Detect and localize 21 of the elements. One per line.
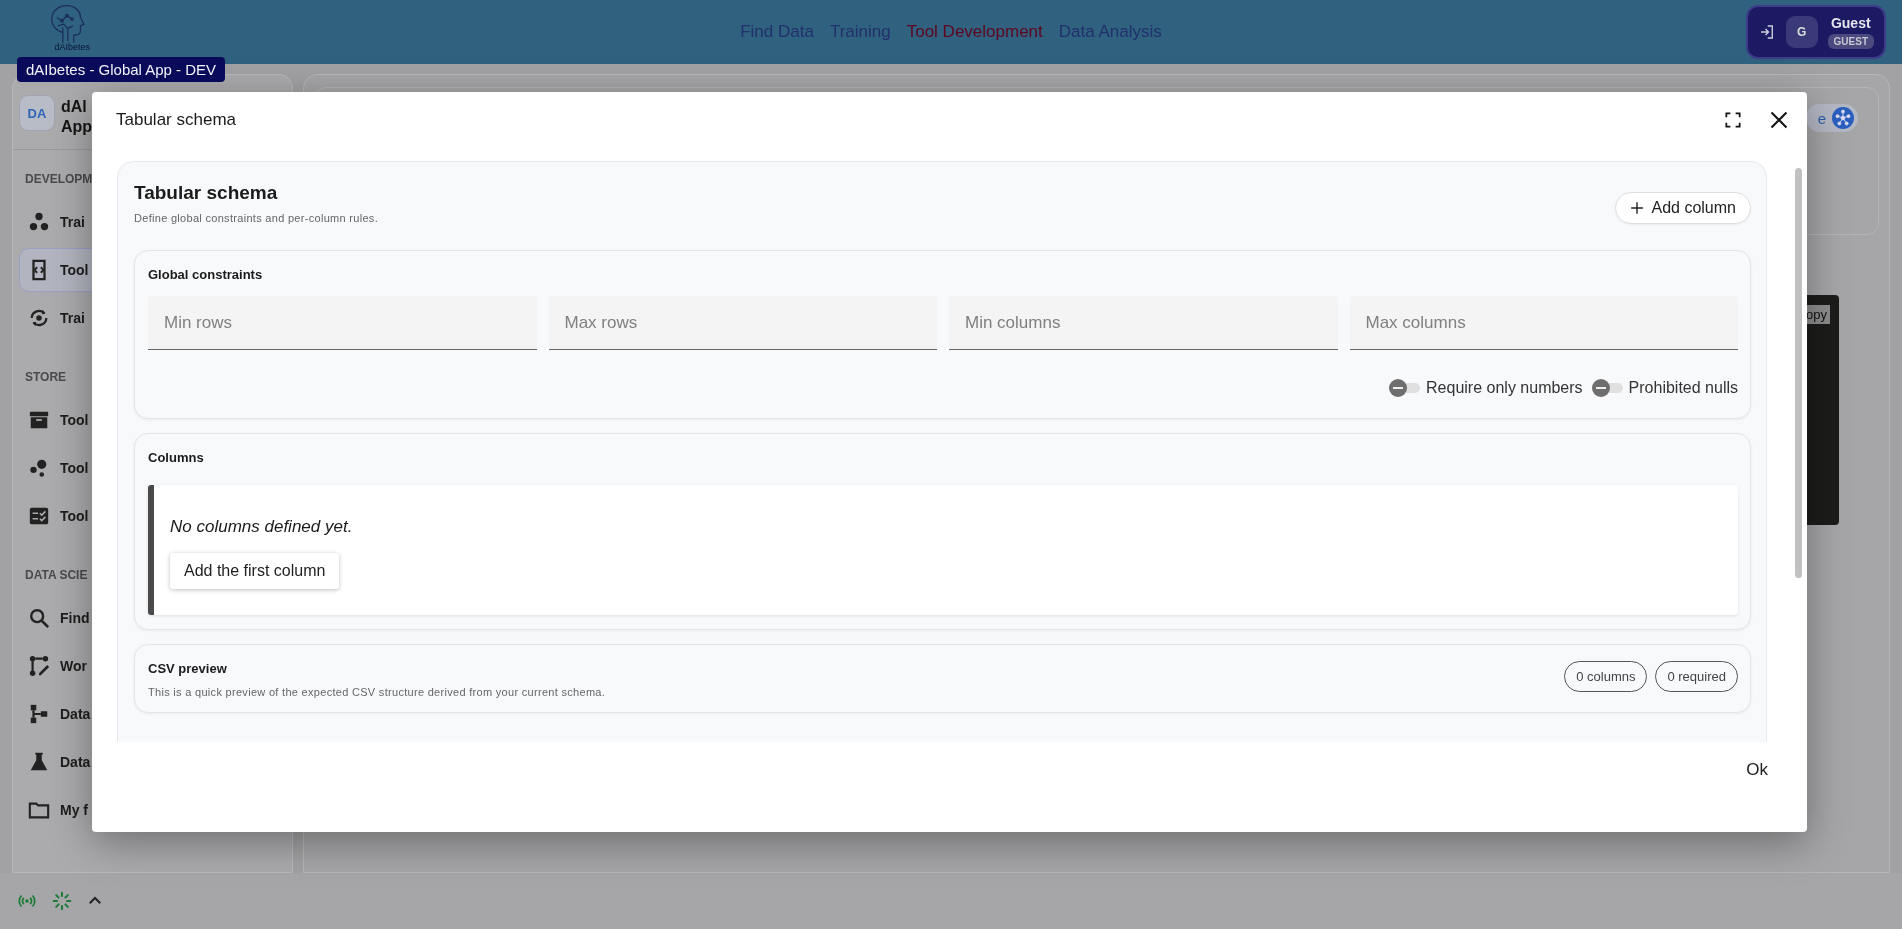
user-avatar: G <box>1785 16 1818 48</box>
card-title: CSV preview <box>148 661 228 676</box>
toggle-label: Require only numbers <box>1426 379 1583 397</box>
panel-title: Tabular schema <box>134 182 279 204</box>
dialog-title: Tabular schema <box>116 110 237 130</box>
card-title: Columns <box>148 450 205 465</box>
app-avatar: DA <box>19 95 55 131</box>
section-title: STORE <box>25 370 67 384</box>
section-title: DATA SCIE <box>25 568 88 582</box>
empty-message: No columns defined yet. <box>170 517 354 537</box>
toggle-label: Prohibited nulls <box>1628 379 1738 397</box>
panel-subtitle: Define global constraints and per-column rules. <box>134 212 378 224</box>
card-description: This is a quick preview of the expected CSV structure derived from your current schema. <box>148 686 606 698</box>
card-title: Global constraints <box>148 267 264 282</box>
role-badge: GUEST <box>1827 34 1874 49</box>
user-name: Guest <box>1830 15 1871 31</box>
section-title: DEVELOPM <box>25 172 93 186</box>
tooltip: dAIbetes - Global App - DEV <box>17 57 226 82</box>
app-title: App <box>61 117 93 137</box>
app-title: dAl <box>61 97 87 117</box>
logo-caption: dAIbetes <box>54 42 90 52</box>
